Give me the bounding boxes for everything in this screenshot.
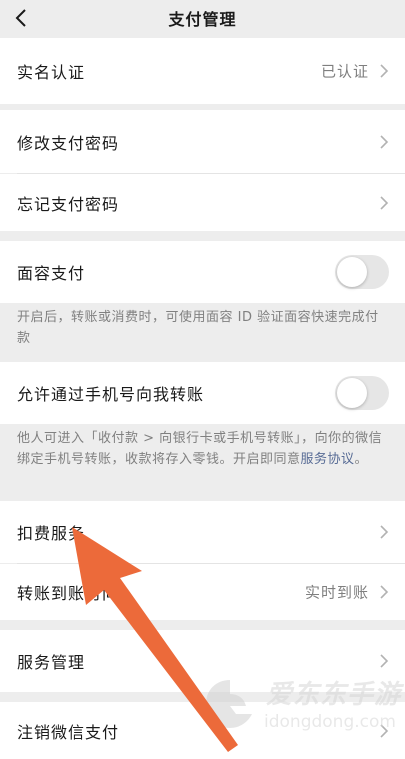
chevron-right-icon xyxy=(380,195,389,210)
toggle-knob xyxy=(337,378,367,408)
transfer-arrival-value: 实时到账 xyxy=(304,583,369,602)
chevron-right-icon xyxy=(380,654,389,668)
real-name-status: 已认证 xyxy=(320,62,369,81)
change-password-row[interactable]: 修改支付密码 xyxy=(0,110,405,173)
chevron-right-icon xyxy=(380,585,389,599)
cancel-wechat-pay-label: 注销微信支付 xyxy=(17,722,120,742)
watermark-logo-icon xyxy=(206,680,252,728)
change-password-label: 修改支付密码 xyxy=(17,133,120,153)
deduction-service-row[interactable]: 扣费服务 xyxy=(0,501,405,563)
watermark-url: idongdong.com xyxy=(264,712,396,732)
chevron-right-icon xyxy=(380,134,389,149)
real-name-row[interactable]: 实名认证 已认证 xyxy=(0,38,405,104)
toggle-knob xyxy=(337,257,367,287)
transfer-arrival-label: 转账到账时间 xyxy=(17,584,120,603)
phone-transfer-label: 允许通过手机号向我转账 xyxy=(17,385,205,404)
face-pay-note: 开启后，转账或消费时，可使用面容 ID 验证面容快速完成付款 xyxy=(17,310,379,346)
nav-bar: 支付管理 xyxy=(0,0,405,36)
chevron-right-icon xyxy=(380,64,389,78)
service-management-label: 服务管理 xyxy=(17,653,86,672)
real-name-label: 实名认证 xyxy=(17,63,86,82)
phone-transfer-toggle[interactable] xyxy=(335,376,389,410)
chevron-right-icon xyxy=(380,525,389,539)
face-pay-label: 面容支付 xyxy=(17,264,86,283)
face-pay-toggle[interactable] xyxy=(335,255,389,289)
watermark: 爱东东手游 idongdong.com xyxy=(200,672,405,742)
page-title: 支付管理 xyxy=(168,10,237,29)
phone-transfer-row: 允许通过手机号向我转账 xyxy=(0,362,405,424)
forgot-password-row[interactable]: 忘记支付密码 xyxy=(0,174,405,231)
phone-transfer-note: 他人可进入「收付款 > 向银行卡或手机号转账」，向你的微信绑定手机号转账，收款将… xyxy=(17,428,387,470)
note-period: 。 xyxy=(354,452,369,467)
forgot-password-label: 忘记支付密码 xyxy=(17,194,120,214)
watermark-text: 爱东东手游 xyxy=(266,680,402,710)
deduction-service-label: 扣费服务 xyxy=(17,524,86,543)
face-pay-row: 面容支付 xyxy=(0,241,405,303)
service-agreement-link[interactable]: 服务协议 xyxy=(301,452,355,467)
transfer-arrival-row[interactable]: 转账到账时间 实时到账 xyxy=(0,564,405,620)
